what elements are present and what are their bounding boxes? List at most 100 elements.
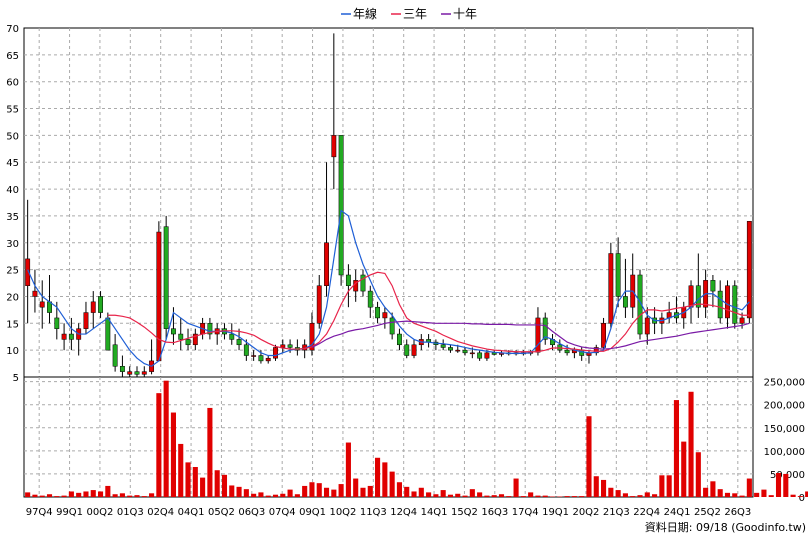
candle-body-58 (440, 344, 446, 348)
candle-body-37 (287, 344, 293, 348)
volume-bar-83 (622, 493, 628, 497)
volume-bar-103 (768, 495, 774, 497)
volume-bar-15 (127, 495, 133, 497)
volume-bar-26 (207, 407, 213, 497)
x-tick-23: 25Q2 (694, 507, 721, 518)
volume-bar-23 (185, 462, 191, 497)
volume-bar-70 (528, 492, 534, 497)
x-axis: 97Q4 99Q1 00Q2 01Q3 02Q4 04Q1 05Q2 06Q3 07Q4 09Q1… (26, 507, 752, 518)
candle-body-23 (185, 339, 191, 346)
volume-plot-area (23, 376, 754, 498)
volume-bar-1 (25, 492, 31, 497)
candle-body-33 (258, 355, 264, 362)
candle-body-62 (469, 352, 475, 355)
candle-body-32 (251, 355, 257, 357)
candle-body-30 (236, 339, 242, 346)
candle-body-31 (243, 344, 249, 356)
volume-bar-5 (54, 496, 60, 497)
volume-bar-98 (732, 493, 738, 497)
price-y-tick-4: 20 (6, 292, 19, 303)
candle-body-11 (98, 296, 103, 313)
volume-bar-105 (783, 473, 789, 497)
volume-bar-75 (564, 496, 570, 497)
volume-bar-94 (703, 487, 709, 497)
volume-bar-78 (586, 416, 592, 497)
candle-body-95 (710, 280, 716, 292)
x-tick-4: 01Q3 (117, 507, 144, 518)
volume-bar-30 (236, 486, 242, 497)
candle-body-98 (732, 285, 738, 324)
volume-y-tick-5: 200,000 (764, 401, 805, 412)
volume-bar-92 (688, 391, 694, 497)
x-tick-20: 21Q3 (603, 507, 630, 518)
volume-bar-56 (426, 492, 432, 497)
volume-bar-66 (498, 494, 505, 497)
volume-bar-18 (149, 493, 155, 497)
volume-bar-106 (790, 494, 796, 497)
candle-body-29 (229, 333, 235, 340)
volume-bar-55 (418, 487, 424, 497)
volume-bar-45 (345, 442, 351, 497)
volume-bar-38 (294, 494, 300, 497)
price-y-tick-3: 15 (6, 319, 19, 330)
x-tick-10: 09Q1 (299, 507, 326, 518)
volume-bar-13 (112, 494, 118, 497)
volume-bar-91 (681, 441, 687, 497)
volume-bar-79 (593, 476, 599, 497)
candle-body-51 (389, 317, 395, 335)
volume-bar-58 (440, 490, 446, 497)
volume-bar-71 (535, 495, 541, 497)
volume-bar-28 (221, 474, 228, 497)
volume-bar-59 (447, 494, 454, 497)
volume-bar-39 (302, 485, 308, 497)
x-tick-14: 14Q1 (421, 507, 448, 518)
volume-bar-100 (746, 478, 752, 497)
price-y-tick-11: 55 (6, 105, 19, 116)
candle-body-5 (54, 317, 60, 329)
candle-body-3 (39, 301, 45, 308)
candle-body-20 (163, 226, 169, 329)
price-panel: 5 10 15 20 25 30 35 40 45 50 55 60 65 70 (6, 24, 754, 384)
volume-bar-85 (637, 495, 643, 497)
volume-bar-60 (455, 493, 461, 497)
x-tick-2: 99Q1 (56, 507, 83, 518)
volume-bar-20 (163, 380, 169, 497)
price-y-tick-10: 50 (6, 131, 19, 142)
volume-bar-54 (411, 491, 417, 497)
price-y-tick-2: 10 (6, 346, 19, 357)
candle-body-60 (455, 349, 461, 352)
price-y-tick-5: 25 (6, 266, 19, 277)
volume-bar-52 (396, 482, 402, 497)
volume-y-tick-3: 100,000 (764, 447, 805, 458)
volume-bar-104 (775, 473, 782, 497)
x-tick-13: 12Q4 (390, 507, 417, 518)
volume-bar-37 (287, 489, 293, 497)
volume-y-tick-6: 250,000 (764, 378, 805, 389)
candle-body-17 (141, 371, 147, 375)
x-tick-6: 04Q1 (178, 507, 205, 518)
volume-bar-99 (739, 495, 745, 497)
volume-bar-43 (331, 489, 337, 497)
candle-body-34 (265, 357, 271, 362)
candle-body-99 (739, 317, 745, 324)
price-y-tick-1: 5 (13, 373, 19, 384)
x-tick-1: 97Q4 (26, 507, 53, 518)
volume-bar-67 (506, 496, 512, 497)
x-tick-3: 00Q2 (86, 507, 113, 518)
candle-body-16 (134, 371, 140, 375)
volume-bar-4 (46, 494, 53, 497)
volume-bar-11 (97, 491, 104, 497)
price-y-tick-14: 70 (6, 24, 19, 35)
price-y-tick-13: 65 (6, 51, 19, 62)
candle-body-19 (156, 231, 162, 362)
volume-bar-41 (316, 483, 322, 497)
x-tick-9: 07Q4 (269, 507, 296, 518)
candle-body-44 (338, 135, 344, 276)
volume-bar-82 (615, 490, 621, 497)
volume-bar-53 (404, 486, 410, 497)
volume-bar-81 (608, 487, 614, 497)
candle-body-42 (324, 242, 329, 286)
candle-body-52 (396, 333, 402, 346)
volume-bar-46 (353, 478, 359, 497)
price-y-tick-9: 45 (6, 158, 19, 169)
